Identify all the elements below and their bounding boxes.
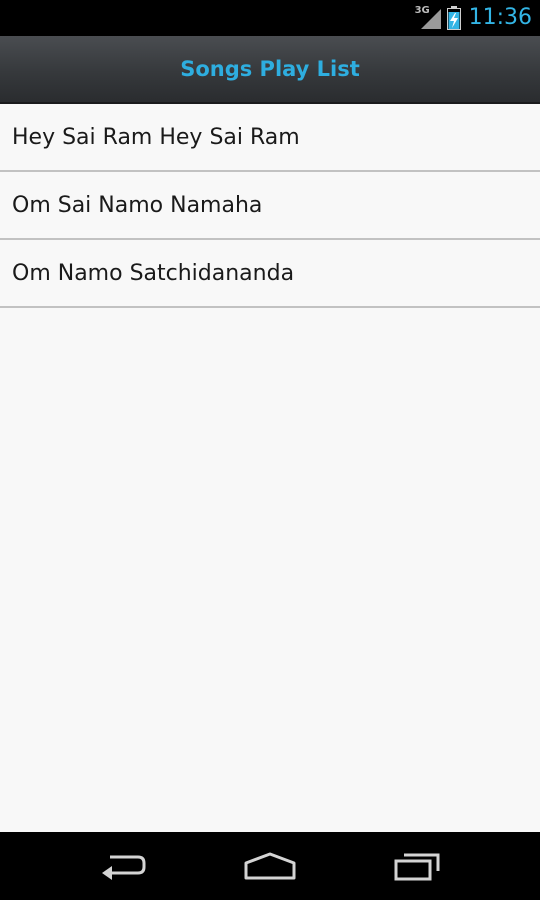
status-bar: 3G 11:36	[0, 0, 540, 36]
list-item[interactable]: Om Sai Namo Namaha	[0, 172, 540, 240]
recent-apps-icon	[392, 851, 442, 881]
signal-icon	[420, 9, 441, 29]
recent-apps-button[interactable]	[377, 836, 457, 896]
song-label: Hey Sai Ram Hey Sai Ram	[12, 124, 300, 150]
status-time: 11:36	[468, 5, 532, 30]
action-bar: Songs Play List	[0, 36, 540, 104]
list-item[interactable]: Om Namo Satchidananda	[0, 240, 540, 308]
back-button[interactable]	[83, 836, 163, 896]
song-label: Om Sai Namo Namaha	[12, 192, 263, 218]
battery-charging-icon	[446, 6, 461, 30]
app-screen: 3G 11:36 Songs Play List Hey Sai Ram Hey…	[0, 0, 540, 900]
signal-indicator: 3G	[415, 6, 441, 29]
page-title: Songs Play List	[180, 57, 360, 81]
back-icon	[98, 851, 148, 881]
home-button[interactable]	[230, 836, 310, 896]
song-label: Om Namo Satchidananda	[12, 260, 295, 286]
status-icons: 3G 11:36	[415, 0, 532, 36]
home-icon	[243, 851, 297, 881]
song-list: Hey Sai Ram Hey Sai Ram Om Sai Namo Nama…	[0, 104, 540, 308]
navigation-bar	[0, 832, 540, 900]
list-item[interactable]: Hey Sai Ram Hey Sai Ram	[0, 104, 540, 172]
